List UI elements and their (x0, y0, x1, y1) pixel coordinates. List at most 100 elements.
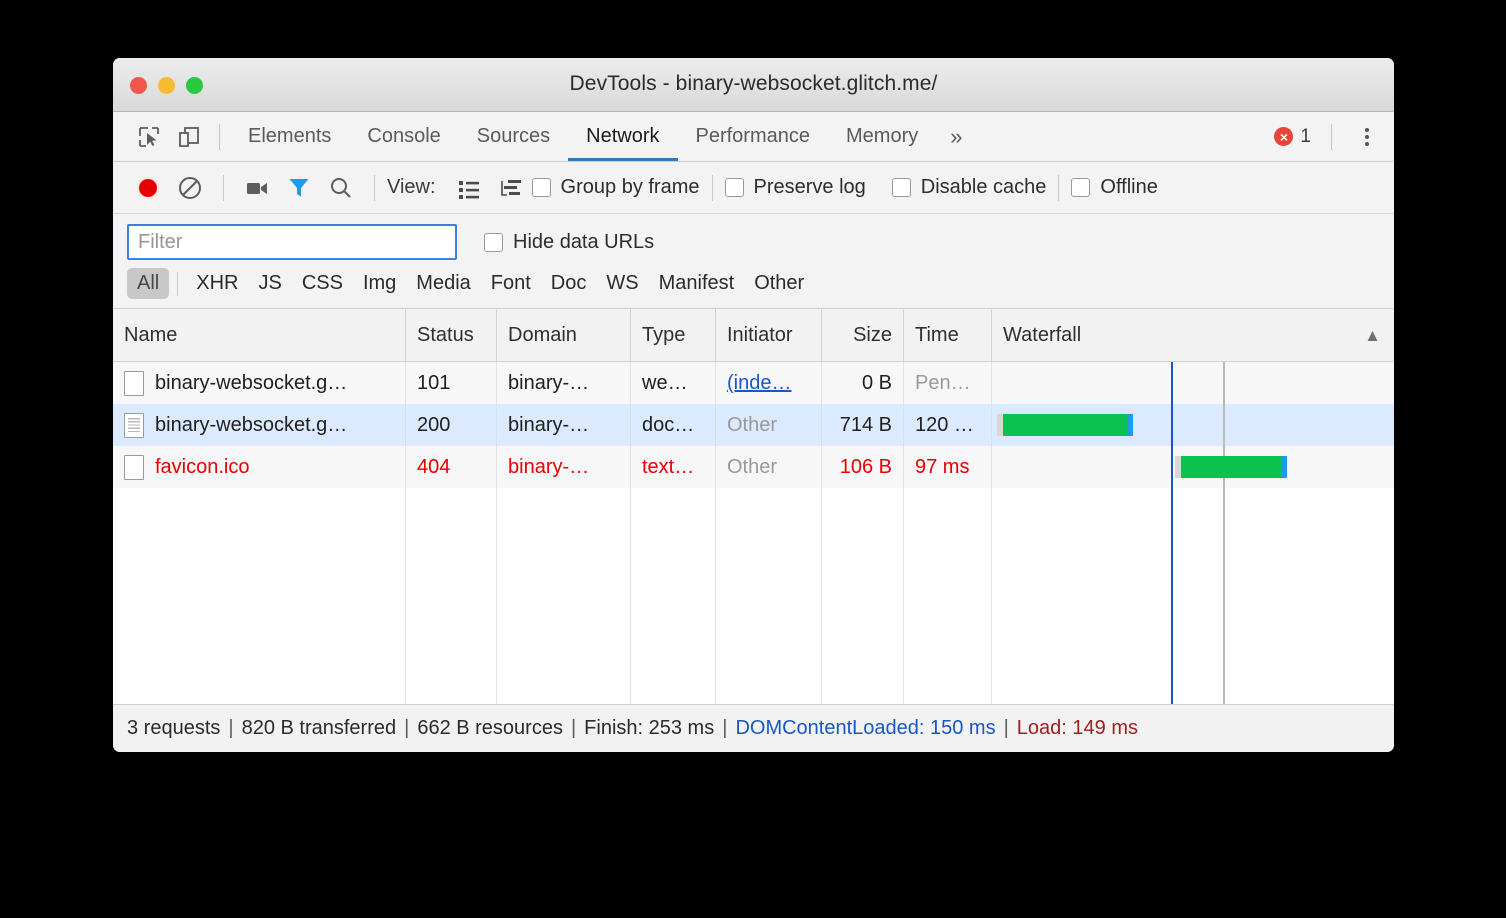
table-row[interactable]: binary-websocket.g… 101 binary-… we… (in… (113, 362, 1394, 404)
cell-domain: binary-… (497, 404, 631, 446)
filter-chip-doc[interactable]: Doc (541, 268, 597, 299)
cell-waterfall (992, 362, 1394, 404)
empty-col-initiator (716, 488, 822, 704)
filter-chip-xhr[interactable]: XHR (186, 268, 248, 299)
cell-status: 101 (406, 362, 497, 404)
error-count-badge[interactable]: × 1 (1264, 126, 1321, 148)
filter-chip-css[interactable]: CSS (292, 268, 353, 299)
summary-load: Load: 149 ms (1017, 717, 1138, 740)
filter-row: Hide data URLs (127, 224, 1380, 260)
filter-chip-media[interactable]: Media (406, 268, 480, 299)
table-row[interactable]: favicon.ico 404 binary-… text… Other 106… (113, 446, 1394, 488)
sort-ascending-icon: ▲ (1364, 309, 1381, 362)
device-toolbar-icon[interactable] (169, 117, 209, 157)
window-titlebar: DevTools - binary-websocket.glitch.me/ (113, 58, 1394, 112)
filter-chip-other[interactable]: Other (744, 268, 814, 299)
cell-size: 106 B (822, 446, 904, 488)
disable-cache-checkbox[interactable]: Disable cache (892, 176, 1047, 199)
cell-name[interactable]: favicon.ico (113, 446, 406, 488)
preserve-log-box[interactable] (725, 178, 744, 197)
column-header-domain[interactable]: Domain (497, 309, 631, 362)
hide-data-urls-box[interactable] (484, 233, 503, 252)
tab-elements[interactable]: Elements (230, 112, 349, 161)
summary-requests: 3 requests (127, 717, 220, 740)
filter-chip-img[interactable]: Img (353, 268, 406, 299)
filter-chip-all[interactable]: All (127, 268, 169, 299)
list-view-icon[interactable] (448, 167, 490, 209)
tab-memory[interactable]: Memory (828, 112, 936, 161)
devtools-tabbar: Elements Console Sources Network Perform… (113, 112, 1394, 162)
blank-document-icon (124, 371, 144, 396)
cell-name[interactable]: binary-websocket.g… (113, 404, 406, 446)
waterfall-view-icon[interactable] (490, 167, 532, 209)
empty-col-size (822, 488, 904, 704)
column-header-name[interactable]: Name (113, 309, 406, 362)
column-header-size[interactable]: Size (822, 309, 904, 362)
cell-initiator[interactable]: (inde… (716, 362, 822, 404)
cell-name-text: favicon.ico (155, 446, 250, 488)
column-header-status[interactable]: Status (406, 309, 497, 362)
network-filter-bar: Hide data URLs All XHR JS CSS Img Media … (113, 214, 1394, 308)
chip-divider (177, 272, 178, 296)
tab-console[interactable]: Console (349, 112, 458, 161)
empty-col-status (406, 488, 497, 704)
preserve-log-checkbox[interactable]: Preserve log (725, 176, 866, 199)
tab-sources[interactable]: Sources (459, 112, 568, 161)
disable-cache-box[interactable] (892, 178, 911, 197)
tabbar-right-group: × 1 (1264, 118, 1386, 156)
cell-domain: binary-… (497, 446, 631, 488)
resource-type-filter-chips: All XHR JS CSS Img Media Font Doc WS Man… (127, 260, 1380, 308)
record-icon[interactable] (127, 167, 169, 209)
cell-status: 404 (406, 446, 497, 488)
empty-col-waterfall (992, 488, 1394, 704)
toolbar-divider-3 (712, 175, 713, 201)
filter-icon[interactable] (278, 167, 320, 209)
empty-col-type (631, 488, 716, 704)
devtools-window: DevTools - binary-websocket.glitch.me/ E… (113, 58, 1394, 752)
error-icon: × (1274, 127, 1293, 146)
tab-performance[interactable]: Performance (678, 112, 829, 161)
initiator-link[interactable]: (inde… (727, 372, 791, 394)
cell-name[interactable]: binary-websocket.g… (113, 362, 406, 404)
column-header-waterfall[interactable]: Waterfall ▲ (992, 309, 1394, 362)
more-tabs-chevron-icon[interactable]: » (936, 124, 974, 150)
group-by-frame-box[interactable] (532, 178, 551, 197)
filter-chip-manifest[interactable]: Manifest (649, 268, 745, 299)
tab-network[interactable]: Network (568, 112, 677, 161)
blank-document-icon (124, 455, 144, 480)
group-by-frame-label: Group by frame (561, 176, 700, 199)
group-by-frame-checkbox[interactable]: Group by frame (532, 176, 700, 199)
search-icon[interactable] (320, 167, 362, 209)
summary-finish: Finish: 253 ms (584, 717, 714, 740)
cell-time: 120 … (904, 404, 992, 446)
filter-chip-js[interactable]: JS (248, 268, 291, 299)
summary-separator: | (1004, 717, 1009, 740)
cell-size: 0 B (822, 362, 904, 404)
column-header-type[interactable]: Type (631, 309, 716, 362)
table-row[interactable]: binary-websocket.g… 200 binary-… doc… Ot… (113, 404, 1394, 446)
error-count-label: 1 (1300, 126, 1311, 148)
offline-checkbox[interactable]: Offline (1071, 176, 1157, 199)
camera-icon[interactable] (236, 167, 278, 209)
empty-col-name (113, 488, 406, 704)
summary-separator: | (722, 717, 727, 740)
offline-box[interactable] (1071, 178, 1090, 197)
network-summary-bar: 3 requests | 820 B transferred | 662 B r… (113, 704, 1394, 752)
column-header-time[interactable]: Time (904, 309, 992, 362)
inspect-element-icon[interactable] (129, 117, 169, 157)
network-request-table: Name Status Domain Type Initiator Size T… (113, 308, 1394, 704)
toolbar-divider-1 (223, 175, 224, 201)
cell-waterfall (992, 404, 1394, 446)
hide-data-urls-label: Hide data URLs (513, 231, 654, 254)
hide-data-urls-checkbox[interactable]: Hide data URLs (484, 231, 654, 254)
more-options-kebab-icon[interactable] (1348, 118, 1386, 156)
summary-dom-content-loaded: DOMContentLoaded: 150 ms (735, 717, 995, 740)
column-header-initiator[interactable]: Initiator (716, 309, 822, 362)
clear-icon[interactable] (169, 167, 211, 209)
cell-waterfall (992, 446, 1394, 488)
filter-chip-ws[interactable]: WS (596, 268, 648, 299)
filter-chip-font[interactable]: Font (481, 268, 541, 299)
empty-col-domain (497, 488, 631, 704)
filter-input[interactable] (127, 224, 457, 260)
window-title: DevTools - binary-websocket.glitch.me/ (113, 72, 1394, 96)
